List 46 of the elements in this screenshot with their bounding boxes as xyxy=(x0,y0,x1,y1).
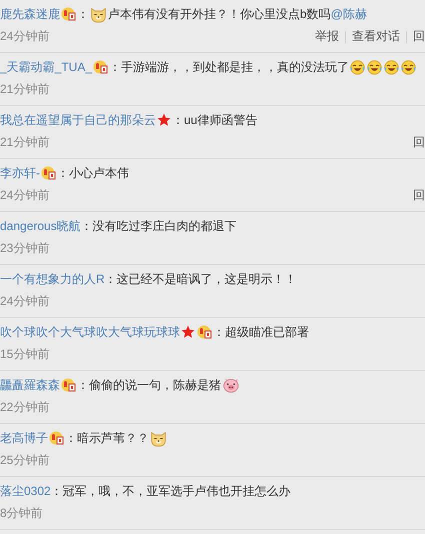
star-icon xyxy=(181,325,195,339)
comment-time: 24分钟前 xyxy=(0,187,50,204)
comment-time: 24分钟前 xyxy=(0,293,50,310)
laughing-crying-icon xyxy=(384,60,400,74)
user-name[interactable]: 龘矗羅森森 xyxy=(0,376,60,394)
comment-time: 8分钟前 xyxy=(0,505,44,522)
comment-time: 21分钟前 xyxy=(0,81,50,98)
comment-text: ：暗示芦苇？？ xyxy=(65,430,149,446)
mention-link[interactable]: @陈赫 xyxy=(330,6,367,22)
action-link[interactable]: 回 xyxy=(407,28,425,45)
user-name[interactable]: 落尘0302 xyxy=(0,482,51,500)
comment-text: ：超级瞄准已部署 xyxy=(213,324,309,340)
comment-text: 卢本伟有没有开外挂？！你心里没点b数吗 xyxy=(108,6,331,22)
action-link[interactable]: 举报 xyxy=(309,28,339,45)
comment-time: 25分钟前 xyxy=(0,452,50,469)
star-icon xyxy=(157,113,171,127)
action-link[interactable]: 查看对话 xyxy=(346,28,400,45)
user-name[interactable]: 李亦轩- xyxy=(0,164,40,182)
comment-text: ：没有吃过李庄白肉的都退下 xyxy=(80,218,237,234)
action-link[interactable]: 回 xyxy=(407,187,425,204)
comment-text: ：冠军，哦，不，亚军选手卢伟也开挂怎么办 xyxy=(50,482,291,500)
comment-text: ：uu律师函警告 xyxy=(172,112,258,128)
user-name[interactable]: 老高博子 xyxy=(0,430,48,446)
comment-text: ：这已经不是暗讽了，这是明示！！ xyxy=(104,270,297,288)
comment-time: 24分钟前 xyxy=(0,28,50,45)
comment-text: ：手游端游，，到处都是挂，，真的没法玩了 xyxy=(109,58,350,76)
user-name[interactable]: 一个有想象力的人R xyxy=(0,270,105,288)
user-name[interactable]: _天霸动霸_TUA_ xyxy=(0,58,92,76)
comment-time: 21分钟前 xyxy=(0,134,50,151)
user-name[interactable]: dangerous晓航 xyxy=(0,218,81,234)
user-name[interactable]: 我总在遥望属于自己的那朵云 xyxy=(0,112,156,128)
action-link[interactable]: 回 xyxy=(407,134,425,151)
comment-time: 15分钟前 xyxy=(0,346,50,363)
pig-face-icon xyxy=(222,377,240,393)
comment-text: ：偷偷的说一句，陈赫是猪 xyxy=(77,376,221,394)
comment-time: 22分钟前 xyxy=(0,399,50,416)
comment-time: 23分钟前 xyxy=(0,240,50,257)
comment-text: ： xyxy=(77,6,89,22)
dog-face-icon xyxy=(150,430,167,446)
user-name[interactable]: 鹿先森迷鹿 xyxy=(0,6,60,22)
dog-face-icon xyxy=(90,6,107,22)
comment-text: ：小心卢本伟 xyxy=(57,164,129,182)
user-name[interactable]: 吹个球吹个大气球吹大气球玩球球 xyxy=(0,324,180,340)
laughing-crying-icon xyxy=(401,60,416,74)
laughing-crying-icon xyxy=(367,60,382,74)
laughing-crying-icon xyxy=(350,60,366,74)
